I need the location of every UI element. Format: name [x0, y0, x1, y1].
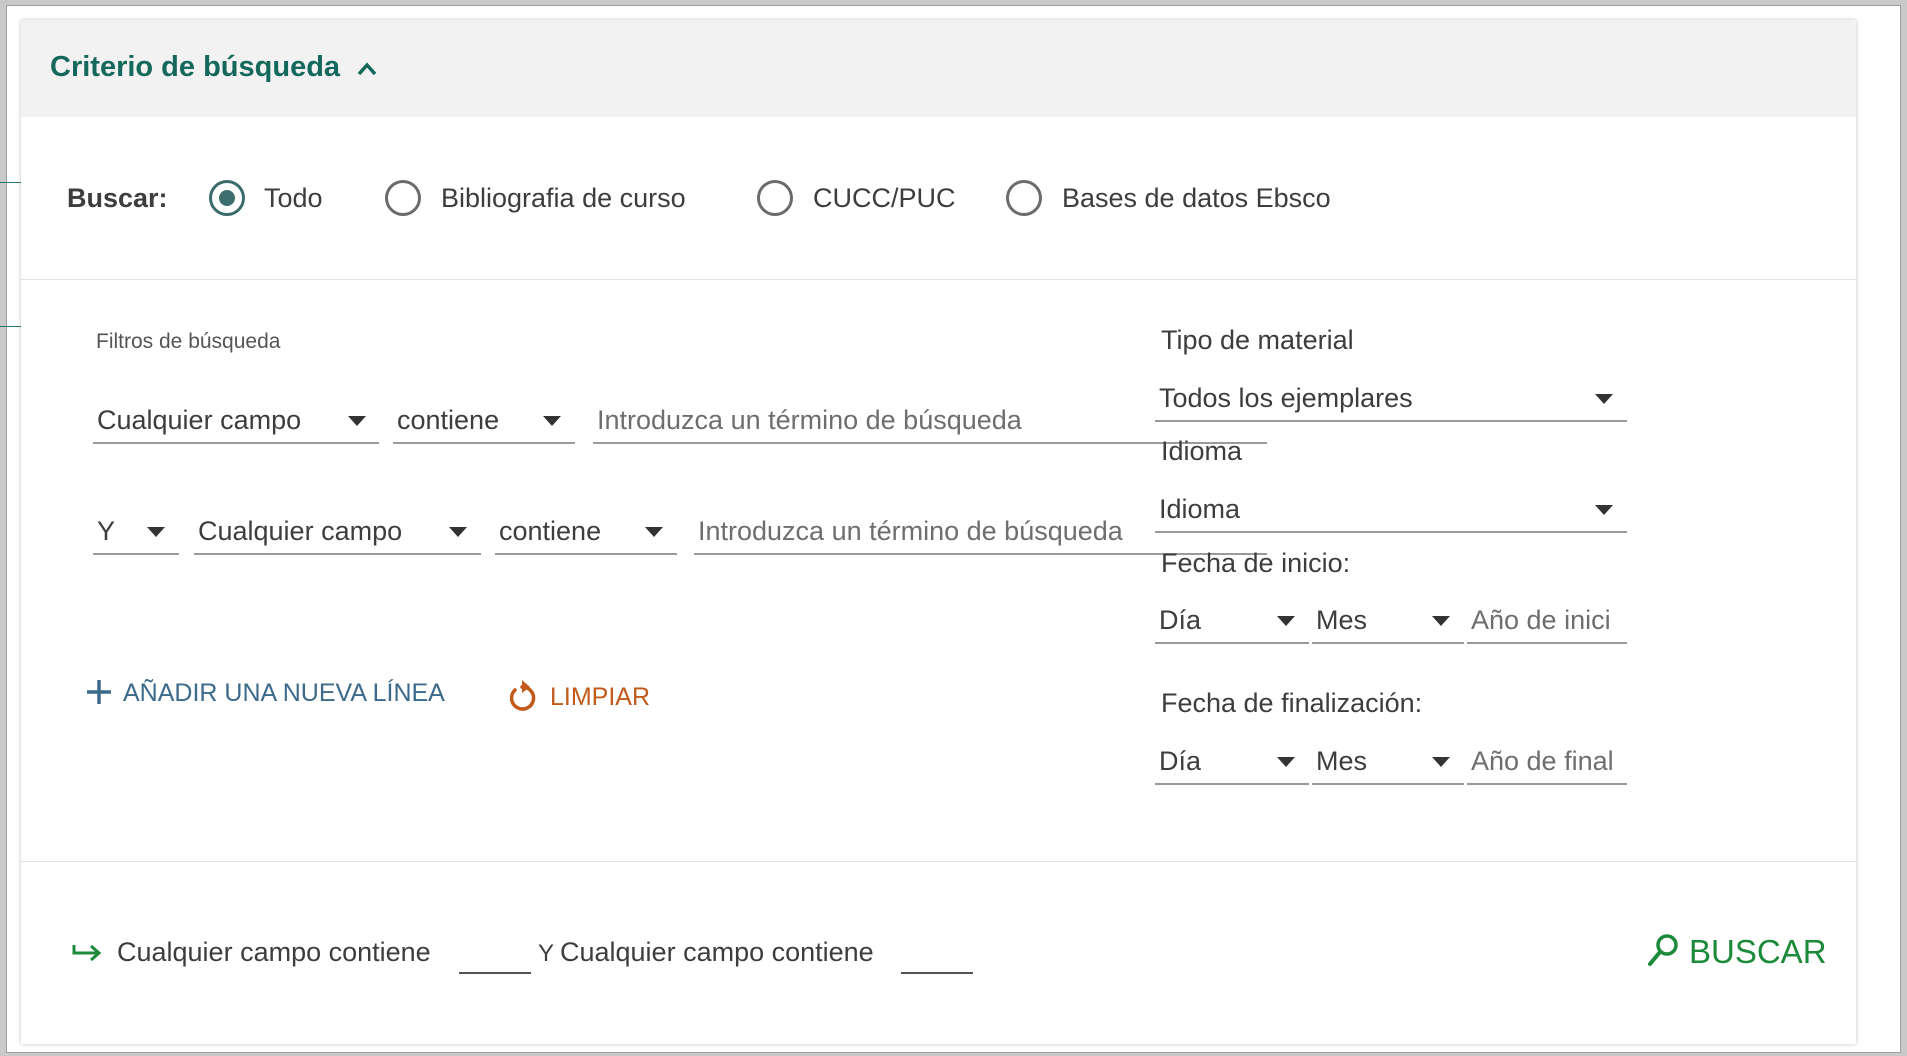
language-label: Idioma — [1161, 436, 1243, 466]
language-select[interactable]: Idioma — [1155, 487, 1627, 533]
end-day-select[interactable]: Día — [1155, 739, 1309, 785]
row1-field-value: Cualquier campo — [97, 405, 302, 435]
end-year-placeholder: Año de final — [1471, 746, 1614, 776]
scope-label: Buscar: — [67, 183, 168, 213]
material-type-value: Todos los ejemplares — [1159, 383, 1413, 413]
summary-connector: Y — [538, 940, 555, 967]
caret-down-icon — [645, 527, 663, 537]
start-day-value: Día — [1159, 605, 1202, 635]
filters-title: Filtros de búsqueda — [96, 330, 281, 353]
panel-title: Criterio de búsqueda — [50, 51, 341, 83]
start-date-label: Fecha de inicio: — [1161, 548, 1351, 578]
end-year-input[interactable]: Año de final — [1467, 739, 1627, 785]
end-month-value: Mes — [1316, 746, 1368, 776]
caret-down-icon — [1277, 757, 1295, 767]
radio-cucc-puc[interactable] — [757, 180, 793, 216]
radio-ebsco[interactable] — [1006, 180, 1042, 216]
caret-down-icon — [348, 416, 366, 426]
row1-operator-value: contiene — [397, 405, 500, 435]
clear-button[interactable]: LIMPIAR — [506, 678, 650, 714]
radio-bibliografia[interactable] — [385, 180, 421, 216]
add-line-label: AÑADIR UNA NUEVA LÍNEA — [123, 679, 445, 707]
row2-operator-select[interactable]: contiene — [495, 509, 677, 555]
caret-down-icon — [1595, 394, 1613, 404]
radio-label-cucc-puc[interactable]: CUCC/PUC — [813, 183, 956, 214]
end-date-label: Fecha de finalización: — [1161, 688, 1423, 718]
divider-scope — [21, 279, 1856, 280]
caret-down-icon — [1432, 616, 1450, 626]
start-year-input[interactable]: Año de inici — [1467, 598, 1627, 644]
end-day-value: Día — [1159, 746, 1202, 776]
row1-field-select[interactable]: Cualquier campo — [93, 398, 379, 444]
search-button[interactable]: BUSCAR — [1647, 932, 1827, 971]
chevron-up-icon[interactable] — [356, 61, 378, 77]
row2-boolean-value: Y — [97, 516, 116, 546]
search-button-label: BUSCAR — [1689, 933, 1827, 970]
caret-down-icon — [543, 416, 561, 426]
start-month-value: Mes — [1316, 605, 1368, 635]
caret-down-icon — [1277, 616, 1295, 626]
add-line-button[interactable]: AÑADIR UNA NUEVA LÍNEA — [85, 678, 445, 708]
row2-operator-value: contiene — [499, 516, 602, 546]
start-day-select[interactable]: Día — [1155, 598, 1309, 644]
plus-icon — [87, 680, 111, 704]
start-month-select[interactable]: Mes — [1312, 598, 1464, 644]
material-type-select[interactable]: Todos los ejemplares — [1155, 376, 1627, 422]
end-month-select[interactable]: Mes — [1312, 739, 1464, 785]
radio-label-ebsco[interactable]: Bases de datos Ebsco — [1062, 183, 1331, 214]
summary-blank-2 — [901, 972, 973, 974]
row2-field-value: Cualquier campo — [198, 516, 403, 546]
row1-operator-select[interactable]: contiene — [393, 398, 575, 444]
radio-todo[interactable] — [209, 180, 245, 216]
search-icon — [1648, 934, 1678, 966]
radio-label-bibliografia[interactable]: Bibliografia de curso — [441, 183, 686, 214]
advanced-search-panel: Criterio de búsqueda Buscar: Todo Biblio… — [21, 20, 1856, 1044]
clear-label: LIMPIAR — [550, 683, 651, 711]
divider-summary — [21, 861, 1856, 862]
summary-blank-1 — [459, 972, 531, 974]
start-year-placeholder: Año de inici — [1471, 605, 1611, 635]
arrow-right-icon — [72, 944, 102, 962]
material-type-label: Tipo de material — [1161, 325, 1354, 355]
caret-down-icon — [449, 527, 467, 537]
panel-header[interactable]: Criterio de búsqueda — [21, 20, 1856, 117]
radio-label-todo[interactable]: Todo — [264, 183, 323, 214]
summary-clause-2: Cualquier campo contiene — [560, 937, 874, 967]
row1-term-placeholder: Introduzca un término de búsqueda — [597, 405, 1022, 435]
row2-boolean-select[interactable]: Y — [93, 509, 179, 555]
row2-term-placeholder: Introduzca un término de búsqueda — [698, 516, 1123, 546]
summary-clause-1: Cualquier campo contiene — [117, 937, 431, 967]
caret-down-icon — [1432, 757, 1450, 767]
reset-icon — [509, 680, 536, 711]
row2-field-select[interactable]: Cualquier campo — [194, 509, 481, 555]
caret-down-icon — [1595, 505, 1613, 515]
language-value: Idioma — [1159, 494, 1241, 524]
caret-down-icon — [147, 527, 165, 537]
